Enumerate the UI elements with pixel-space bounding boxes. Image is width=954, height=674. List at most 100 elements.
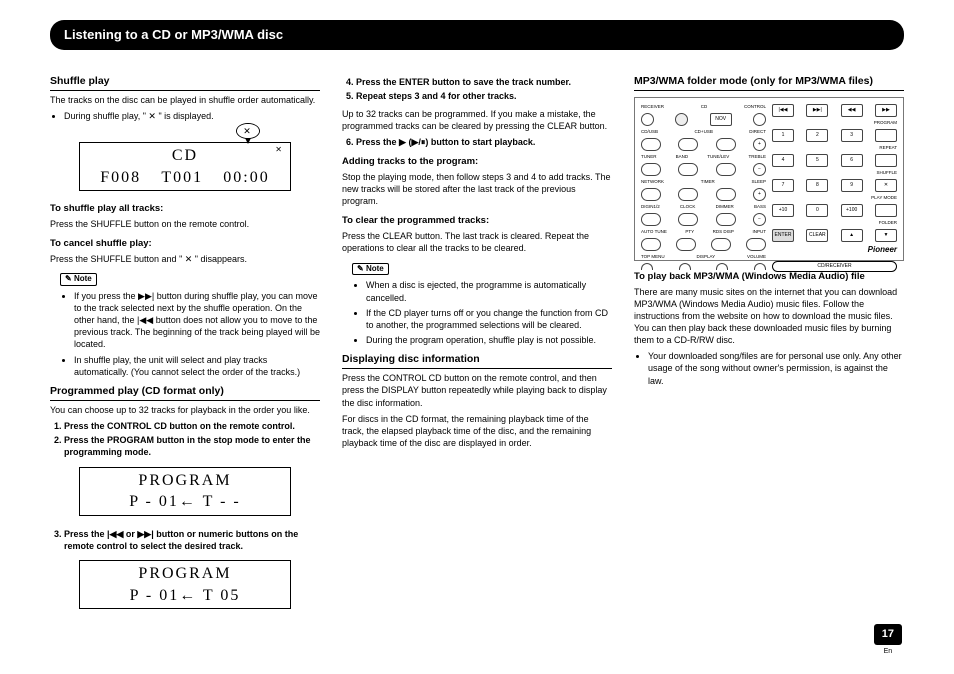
remote-button (875, 154, 897, 167)
remote-label: CD (701, 104, 708, 110)
remote-label: DIGIN1/2 (641, 204, 660, 210)
page-number: 17 En (874, 624, 902, 656)
text: Press the CLEAR button. The last track i… (342, 230, 612, 254)
remote-label: CONTROL (744, 104, 766, 110)
remote-left-panel: RECEIVERCDCONTROL NOV CD/USBCD+USBDIRECT… (641, 104, 766, 254)
remote-label: TUNER (641, 154, 657, 160)
remote-button-plus: + (753, 188, 766, 201)
display-track: T001 (161, 167, 203, 189)
remote-button-minus: − (753, 213, 766, 226)
remote-label: BAND (676, 154, 689, 160)
note-label: ✎ Note (352, 263, 389, 276)
heading: To shuffle play all tracks: (50, 203, 320, 216)
remote-label: REPEAT (879, 145, 897, 151)
display-line1: CD (80, 145, 290, 167)
remote-button-plus100: +100 (841, 204, 863, 217)
remote-button-plus: + (753, 138, 766, 151)
remote-button (641, 138, 661, 151)
text: Press the SHUFFLE button on the remote c… (50, 218, 320, 230)
remote-button-folder-up: ▲ (841, 229, 863, 242)
remote-button-2: 2 (806, 129, 828, 142)
shuffle-icon-balloon: ✕ (236, 123, 260, 139)
remote-button-ff: ▶▶ (875, 104, 897, 117)
remote-button (753, 113, 766, 126)
remote-button (678, 188, 698, 201)
text: You can choose up to 32 tracks for playb… (50, 404, 320, 416)
note-text: If the CD player turns off or you change… (366, 307, 612, 331)
heading: To play back MP3/WMA (Windows Media Audi… (634, 271, 904, 284)
remote-label: INPUT (752, 229, 766, 235)
heading: To cancel shuffle play: (50, 238, 320, 251)
text: Up to 32 tracks can be programmed. If yo… (342, 108, 612, 132)
remote-arc-button (716, 263, 728, 270)
remote-label: DISPLAY (696, 254, 715, 260)
text: Press the SHUFFLE button and " ✕ " disap… (50, 253, 320, 265)
remote-button-3: 3 (841, 129, 863, 142)
remote-label: CD+USB (694, 129, 712, 135)
note-text: During the program operation, shuffle pl… (366, 334, 612, 346)
text: The tracks on the disc can be played in … (50, 94, 320, 106)
note-label: ✎ Note (60, 273, 97, 286)
remote-label: PROGRAM (874, 120, 897, 126)
remote-label: DIRECT (749, 129, 766, 135)
text: Press the CONTROL CD button on the remot… (342, 372, 612, 408)
remote-label: RDS DISP (713, 229, 734, 235)
display-program-1: PROGRAM P - 01← T - - (79, 467, 291, 516)
remote-button-minus: − (753, 163, 766, 176)
remote-button (678, 213, 698, 226)
remote-button-8: 8 (806, 179, 828, 192)
remote-button (641, 188, 661, 201)
remote-label: TREBLE (748, 154, 766, 160)
remote-button-rew: ◀◀ (841, 104, 863, 117)
remote-label: PTY (685, 229, 694, 235)
remote-button (875, 204, 897, 217)
remote-label: VOLUME (747, 254, 766, 260)
display-program-2: PROGRAM P - 01← T 05 (79, 560, 291, 609)
step-1: Press the CONTROL CD button on the remot… (64, 420, 320, 432)
display-time: 00:00 (223, 167, 269, 189)
text: There are many music sites on the intern… (634, 286, 904, 347)
display-line1: PROGRAM (80, 470, 290, 492)
step-3: Press the |◀◀ or ▶▶| button or numeric b… (64, 528, 320, 552)
remote-label: SHUFFLE (876, 170, 897, 176)
remote-label: FOLDER (879, 220, 897, 226)
remote-label: TUNE/LEV (707, 154, 729, 160)
display-line1: PROGRAM (80, 563, 290, 585)
text: For discs in the CD format, the remainin… (342, 413, 612, 449)
remote-label: PLAY MODE (871, 195, 897, 201)
heading-mp3-folder-mode: MP3/WMA folder mode (only for MP3/WMA fi… (634, 74, 904, 91)
remote-button-cd (675, 113, 688, 126)
remote-button (676, 238, 696, 251)
remote-button-prev: |◀◀ (772, 104, 794, 117)
step-6: Press the ▶ (▶/⏸) button to start playba… (356, 136, 612, 148)
remote-button (641, 163, 661, 176)
remote-button (641, 213, 661, 226)
heading-programmed-play: Programmed play (CD format only) (50, 384, 320, 401)
step-5: Repeat steps 3 and 4 for other tracks. (356, 90, 612, 102)
remote-button-folder-down: ▼ (875, 229, 897, 242)
section-title: Listening to a CD or MP3/WMA disc (50, 20, 904, 50)
heading-displaying-info: Displaying disc information (342, 352, 612, 369)
remote-label: AUTO TUNE (641, 229, 667, 235)
remote-button-next: ▶▶| (806, 104, 828, 117)
remote-button (875, 129, 897, 142)
step-4: Press the ENTER button to save the track… (356, 76, 612, 88)
remote-button (641, 238, 661, 251)
remote-button-6: 6 (841, 154, 863, 167)
remote-button-7: 7 (772, 179, 794, 192)
page-number-value: 17 (874, 624, 902, 645)
remote-label: RECEIVER (641, 104, 664, 110)
remote-button (716, 138, 736, 151)
remote-button-4: 4 (772, 154, 794, 167)
display-line2: P - 01← T - - (80, 491, 290, 513)
remote-button (678, 138, 698, 151)
remote-button (678, 163, 698, 176)
remote-arc-button (679, 263, 691, 270)
column-3: MP3/WMA folder mode (only for MP3/WMA fi… (634, 74, 904, 622)
column-2: Press the ENTER button to save the track… (342, 74, 612, 622)
remote-label: CD/USB (641, 129, 658, 135)
note-text: When a disc is ejected, the programme is… (366, 279, 612, 303)
remote-button-1: 1 (772, 129, 794, 142)
display-folder: F008 (100, 167, 141, 189)
remote-label: TOP MENU (641, 254, 665, 260)
